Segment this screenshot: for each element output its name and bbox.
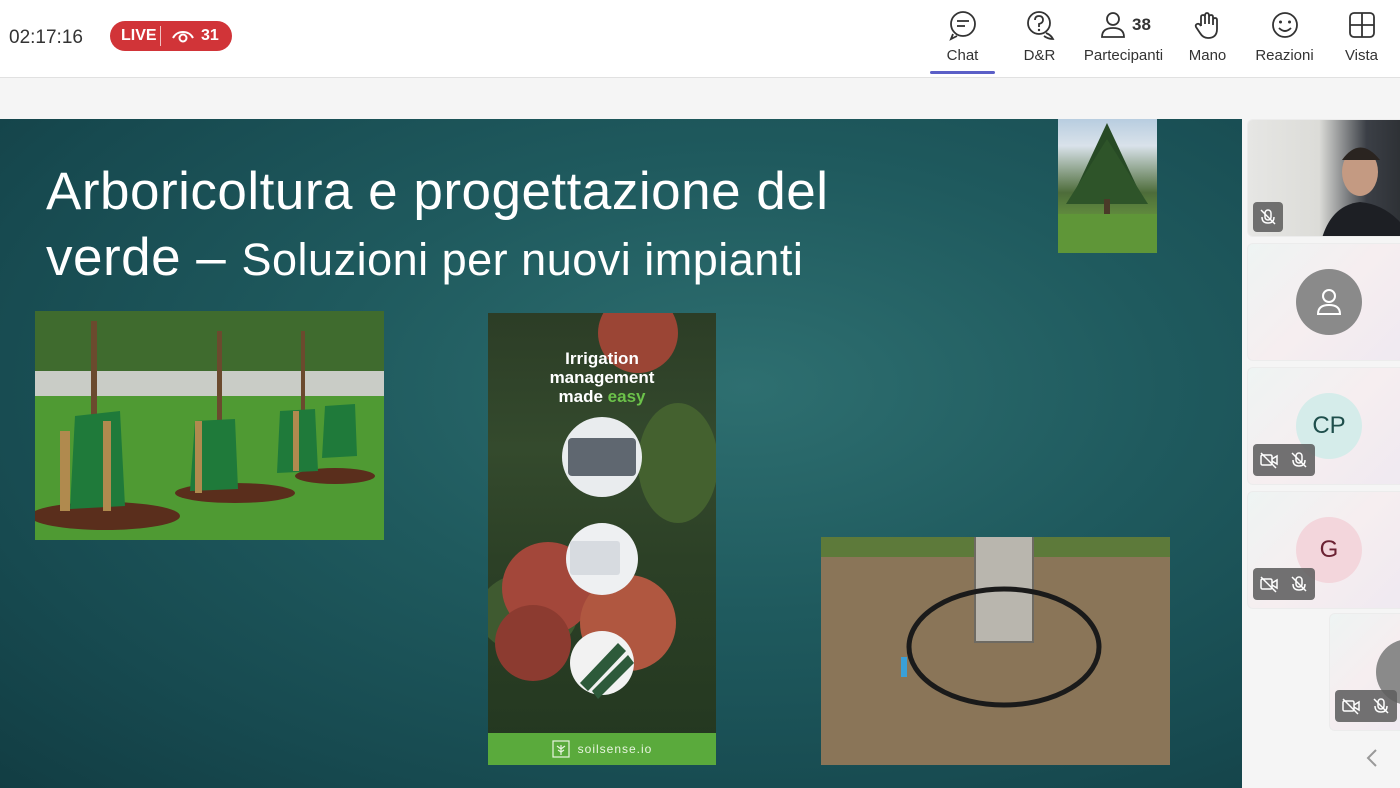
slide-title-line1: Arboricoltura e progettazione del <box>46 162 829 221</box>
mic-off-icon <box>1373 698 1389 714</box>
chat-button[interactable]: Chat <box>924 0 1001 78</box>
slide-subtitle: Soluzioni per nuovi impianti <box>241 234 804 285</box>
poster-line2: management <box>549 368 655 387</box>
participant-tile-anonymous[interactable] <box>1247 243 1400 361</box>
qa-button[interactable]: D&R <box>1001 0 1078 78</box>
camera-off-icon <box>1260 452 1278 469</box>
poster-footer: soilsense.io <box>488 733 716 765</box>
smiley-icon <box>1271 12 1298 38</box>
view-button[interactable]: Vista <box>1323 0 1400 78</box>
poster-line3: made easy <box>488 387 716 406</box>
gallery-prev-button[interactable] <box>1364 747 1400 771</box>
poster-caption: Irrigation management made easy <box>488 349 716 406</box>
reactions-button[interactable]: Reazioni <box>1246 0 1323 78</box>
live-badge[interactable]: LIVE 31 <box>110 21 232 51</box>
person-icon <box>1100 12 1125 38</box>
raise-hand-button[interactable]: Mano <box>1169 0 1246 78</box>
poster-line1: Irrigation <box>565 349 639 368</box>
tile-status-icons <box>1335 690 1397 722</box>
poster-line3-b: easy <box>607 387 646 406</box>
meeting-header: 02:17:16 LIVE 31 Chat D&R 38 Partecipant… <box>0 0 1400 78</box>
grid-icon <box>1348 12 1375 38</box>
question-icon <box>1026 11 1054 40</box>
camera-off-icon <box>1260 576 1278 593</box>
soilsense-poster: Irrigation management made easy soilsens… <box>488 313 716 765</box>
tile-status-icons <box>1253 444 1315 476</box>
cedar-illustration <box>1058 123 1157 253</box>
reactions-label: Reazioni <box>1255 47 1314 64</box>
chevron-left-icon <box>1366 749 1377 767</box>
meeting-timer: 02:17:16 <box>9 27 83 48</box>
badge-divider <box>160 26 161 46</box>
participant-tile-cp[interactable]: CP <box>1247 367 1400 485</box>
slide-title-main: verde – <box>46 228 242 287</box>
live-label: LIVE <box>121 27 157 44</box>
chat-icon <box>948 11 976 41</box>
qa-label: D&R <box>1023 47 1056 64</box>
participant-tile-video[interactable] <box>1247 119 1400 237</box>
viewer-count: 31 <box>201 27 219 44</box>
slide-title-line2: verde – Soluzioni per nuovi impianti <box>46 227 803 288</box>
mic-off-icon <box>1291 576 1307 592</box>
participant-tile-partial[interactable] <box>1329 613 1400 731</box>
tree-bags-photo <box>35 311 384 540</box>
hand-label: Mano <box>1188 47 1227 64</box>
person-icon <box>1316 289 1342 315</box>
hand-icon <box>1194 12 1218 39</box>
meeting-toolbar: Chat D&R 38 Partecipanti Mano Reazioni V… <box>924 0 1400 78</box>
tile-status-icons <box>1253 202 1283 232</box>
shared-slide: Arboricoltura e progettazione del verde … <box>0 119 1242 788</box>
participant-gallery: CP G <box>1242 119 1400 788</box>
chat-label: Chat <box>946 47 979 64</box>
tree-logo-icon <box>552 740 570 758</box>
avatar <box>1296 269 1362 335</box>
eye-icon <box>172 31 194 43</box>
participants-button[interactable]: 38 Partecipanti <box>1078 0 1169 78</box>
drip-ring-photo <box>821 537 1170 765</box>
drip-ring-illustration <box>821 537 1170 765</box>
participant-tile-g[interactable]: G <box>1247 491 1400 609</box>
tree-bags-illustration <box>35 311 384 540</box>
content-spacer <box>0 78 1400 119</box>
camera-off-icon <box>1342 698 1360 715</box>
tile-status-icons <box>1253 568 1315 600</box>
participants-label: Partecipanti <box>1083 47 1164 64</box>
poster-line3-a: made <box>558 387 608 406</box>
participants-count: 38 <box>1132 15 1151 34</box>
poster-footer-text: soilsense.io <box>577 742 653 756</box>
view-label: Vista <box>1344 47 1379 64</box>
presenter-video <box>1322 147 1400 236</box>
mic-off-icon <box>1291 452 1307 468</box>
mic-off-icon <box>1260 209 1276 225</box>
cedar-tree-photo <box>1058 119 1157 253</box>
